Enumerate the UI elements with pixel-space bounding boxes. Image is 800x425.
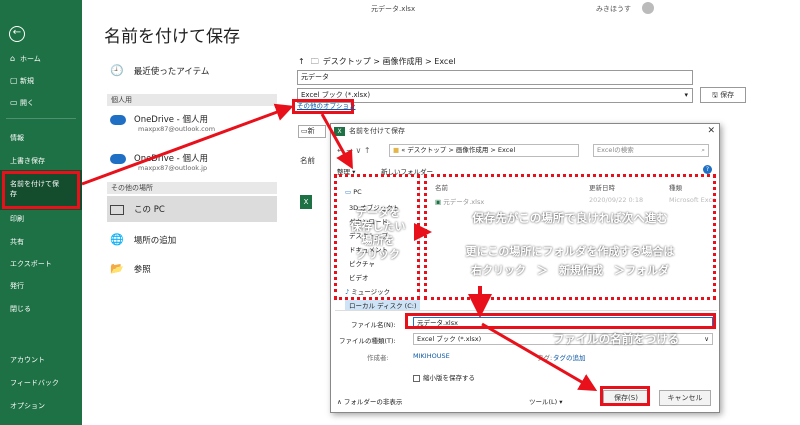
- arrow-options-to-dialog: [320, 113, 353, 170]
- arrow-saveas-to-options: [81, 103, 294, 186]
- arrow-filename-to-save: [481, 322, 598, 392]
- annotation-arrows: [81, 103, 598, 392]
